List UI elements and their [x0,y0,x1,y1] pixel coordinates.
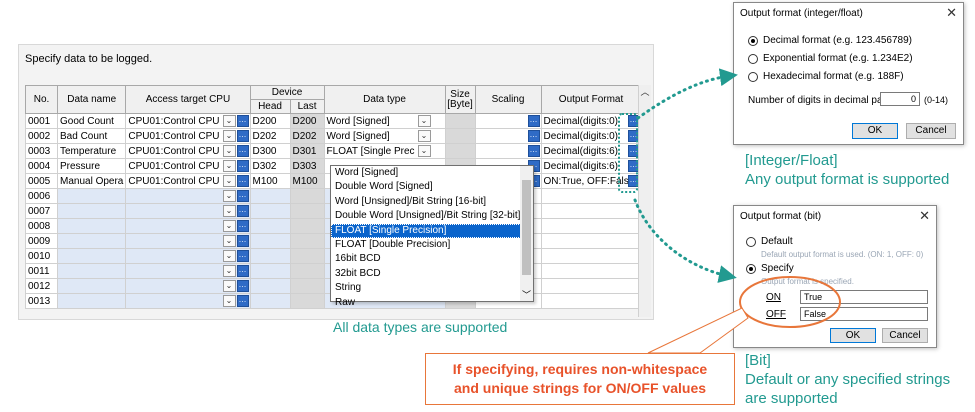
caption-bit-desc-1: Default or any specified strings [745,371,951,388]
caption-int-float-desc: Any output format is supported [745,171,950,188]
arrow-to-bit-dialog [633,198,737,283]
callout-requirement: If specifying, requires non-whitespace a… [425,353,735,405]
caption-bit-title: [Bit] [745,352,771,369]
caption-all-types: All data types are supported [333,319,508,335]
caption-bit-desc-2: are supported [745,390,838,407]
highlight-box [618,113,638,193]
callout-line-1: If specifying, requires non-whitespace [452,361,708,377]
caption-int-float-title: [Integer/Float] [745,152,838,169]
highlight-ellipse [739,276,841,328]
annotation-overlay [618,68,841,354]
callout-pointer [647,307,749,354]
callout-line-2: and unique strings for ON/OFF values [453,380,707,396]
arrow-to-float-dialog [636,68,738,120]
